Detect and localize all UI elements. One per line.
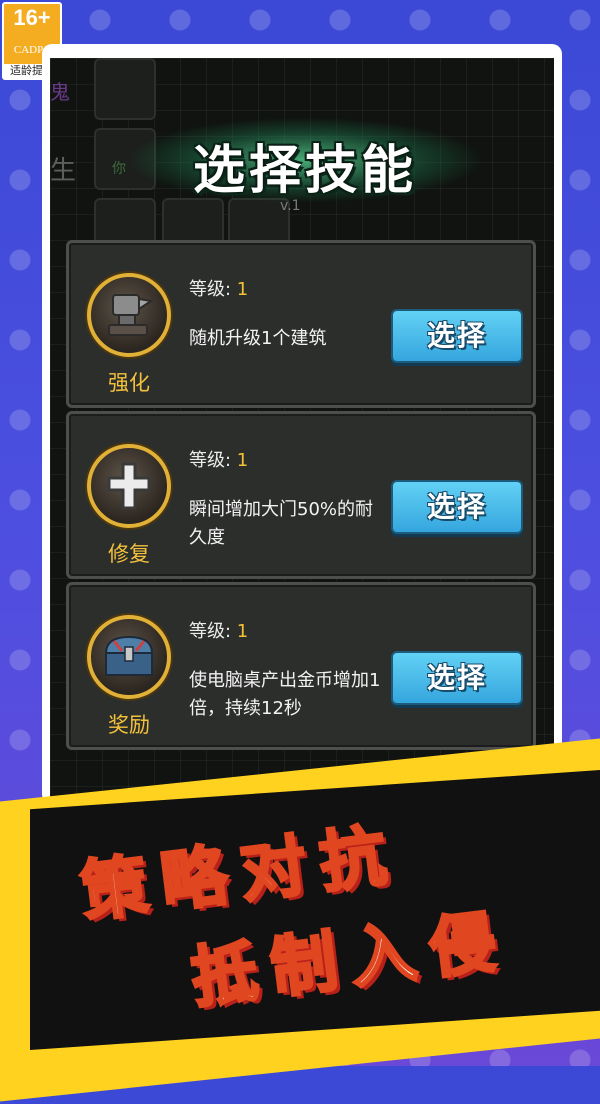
age-rating-number: 16+ bbox=[13, 5, 51, 30]
bg-text: 鬼 bbox=[50, 80, 70, 104]
treasure-chest-icon bbox=[87, 615, 171, 699]
skill-level: 等级: 1 bbox=[189, 446, 248, 472]
dialog-title: 选择技能 bbox=[192, 141, 417, 201]
tile-label: 你 bbox=[112, 161, 126, 177]
game-tile bbox=[94, 58, 156, 120]
skill-level: 等级: 1 bbox=[189, 617, 248, 643]
level-label: 等级: bbox=[189, 450, 237, 471]
anvil-icon bbox=[87, 273, 171, 357]
select-button[interactable]: 选择 bbox=[391, 651, 523, 705]
select-button[interactable]: 选择 bbox=[391, 480, 523, 534]
level-label: 等级: bbox=[189, 621, 237, 642]
level-value: 1 bbox=[236, 450, 249, 471]
skill-name: 奖励 bbox=[108, 713, 150, 737]
skill-option-panel: 修复 等级: 1 瞬间增加大门50%的耐久度 选择 bbox=[66, 411, 536, 579]
skill-description: 随机升级1个建筑 bbox=[189, 328, 327, 349]
skill-option-panel: 强化 等级: 1 随机升级1个建筑 选择 bbox=[66, 240, 536, 408]
skill-option-panel: 奖励 等级: 1 使电脑桌产出金币增加1倍，持续12秒 选择 bbox=[66, 582, 536, 750]
dialog-title-glow: 选择技能 bbox=[130, 118, 480, 202]
skill-description: 使电脑桌产出金币增加1倍，持续12秒 bbox=[189, 670, 381, 719]
skill-name: 修复 bbox=[108, 542, 150, 566]
cross-icon bbox=[87, 444, 171, 528]
skill-description: 瞬间增加大门50%的耐久度 bbox=[189, 499, 374, 548]
level-label: 等级: bbox=[189, 279, 237, 300]
select-button[interactable]: 选择 bbox=[391, 309, 523, 363]
skill-name: 强化 bbox=[108, 371, 150, 395]
bg-text: 生 bbox=[50, 156, 77, 186]
level-value: 1 bbox=[236, 279, 249, 300]
level-value: 1 bbox=[236, 621, 249, 642]
skill-level: 等级: 1 bbox=[189, 275, 248, 301]
